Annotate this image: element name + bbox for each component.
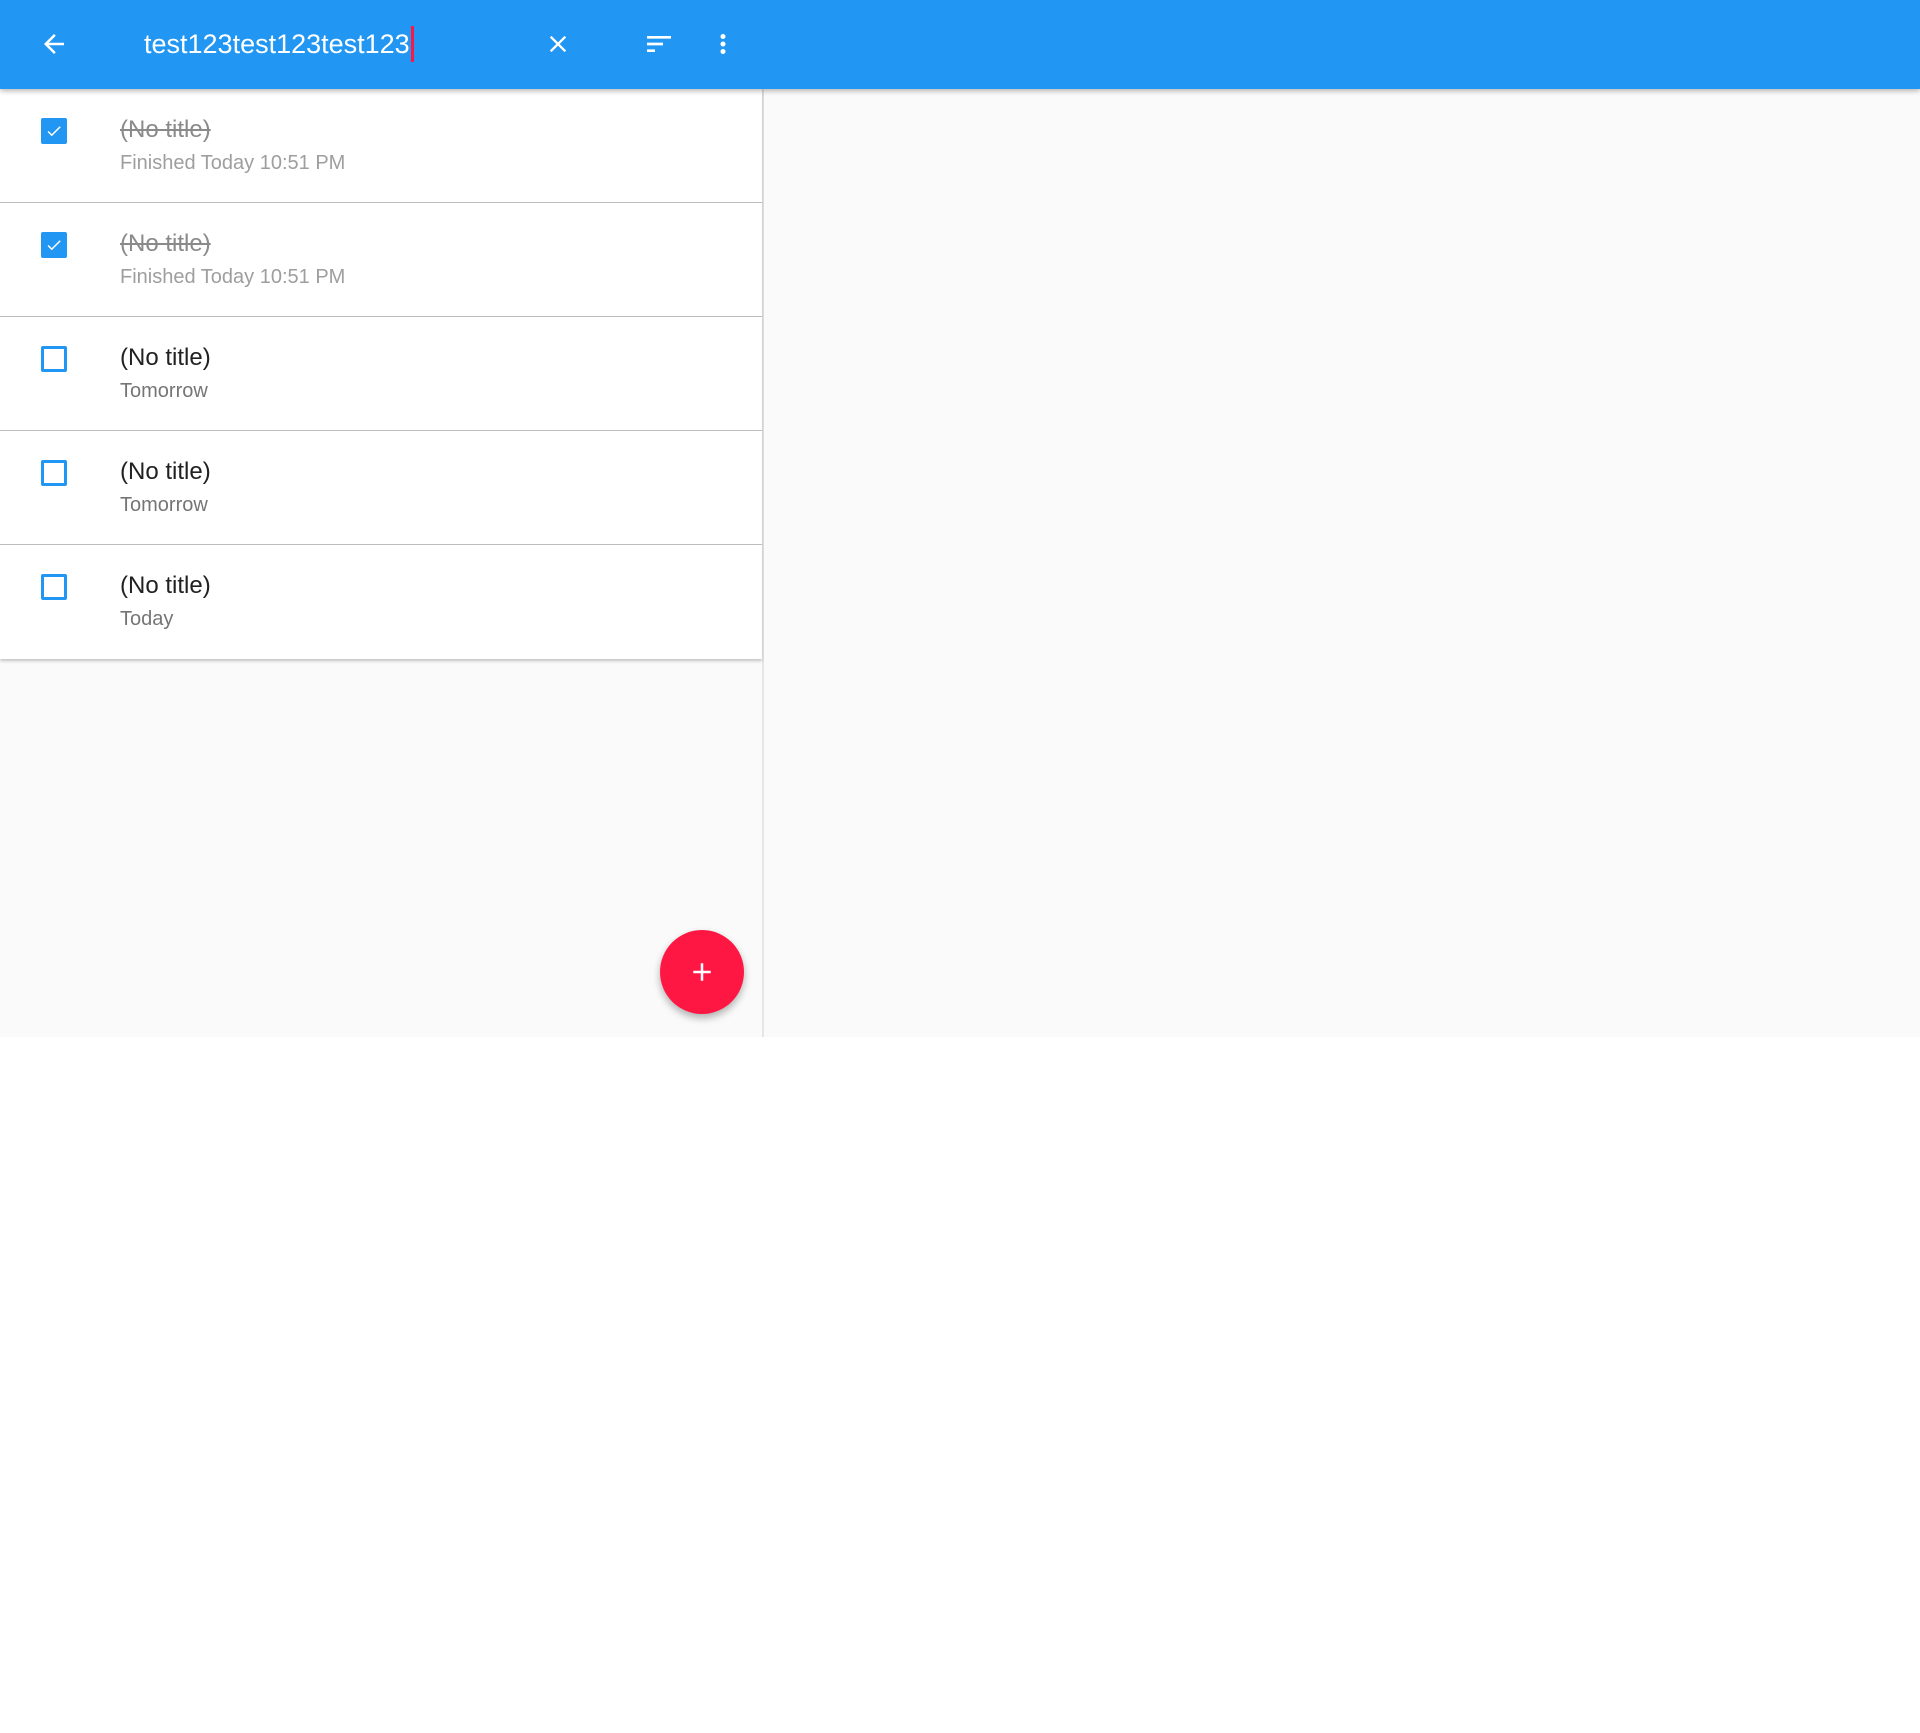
more-options-button[interactable] xyxy=(691,12,755,76)
task-checkbox-checked[interactable] xyxy=(41,118,67,144)
check-icon xyxy=(47,240,61,251)
task-detail-pane xyxy=(764,89,1920,1037)
task-checkbox[interactable] xyxy=(41,346,67,372)
task-due: Tomorrow xyxy=(120,380,208,402)
app-window: test123test123test123 (No title) Finishe… xyxy=(0,0,1920,1037)
sort-button[interactable] xyxy=(627,12,691,76)
toolbar: test123test123test123 xyxy=(0,0,1920,89)
task-list-pane: (No title) Finished Today 10:51 PM (No t… xyxy=(0,89,764,1037)
task-due: Tomorrow xyxy=(120,494,208,516)
task-due: Today xyxy=(120,608,174,630)
task-checkbox[interactable] xyxy=(41,460,67,486)
add-icon xyxy=(693,963,711,981)
task-row[interactable]: (No title) Tomorrow xyxy=(0,431,762,545)
clear-search-button[interactable] xyxy=(526,12,590,76)
search-input[interactable]: test123test123test123 xyxy=(144,29,410,60)
check-icon xyxy=(47,126,61,137)
close-icon xyxy=(549,35,567,53)
more-vert-icon xyxy=(720,34,726,54)
task-title: (No title) xyxy=(120,230,211,257)
task-due: Finished Today 10:51 PM xyxy=(120,266,346,288)
task-title: (No title) xyxy=(120,458,211,485)
task-row[interactable]: (No title) Today xyxy=(0,545,762,659)
search-field[interactable]: test123test123test123 xyxy=(144,20,524,68)
task-title: (No title) xyxy=(120,116,211,143)
task-list: (No title) Finished Today 10:51 PM (No t… xyxy=(0,89,762,659)
task-due: Finished Today 10:51 PM xyxy=(120,152,346,174)
task-checkbox-checked[interactable] xyxy=(41,232,67,258)
task-row[interactable]: (No title) Finished Today 10:51 PM xyxy=(0,203,762,317)
task-checkbox[interactable] xyxy=(41,574,67,600)
task-title: (No title) xyxy=(120,344,211,371)
task-title: (No title) xyxy=(120,572,211,599)
text-cursor xyxy=(410,26,414,62)
back-button[interactable] xyxy=(22,12,86,76)
task-row[interactable]: (No title) Tomorrow xyxy=(0,317,762,431)
sort-icon xyxy=(647,36,671,52)
task-row[interactable]: (No title) Finished Today 10:51 PM xyxy=(0,89,762,203)
arrow-back-icon xyxy=(44,34,64,54)
add-task-button[interactable] xyxy=(660,930,744,1014)
